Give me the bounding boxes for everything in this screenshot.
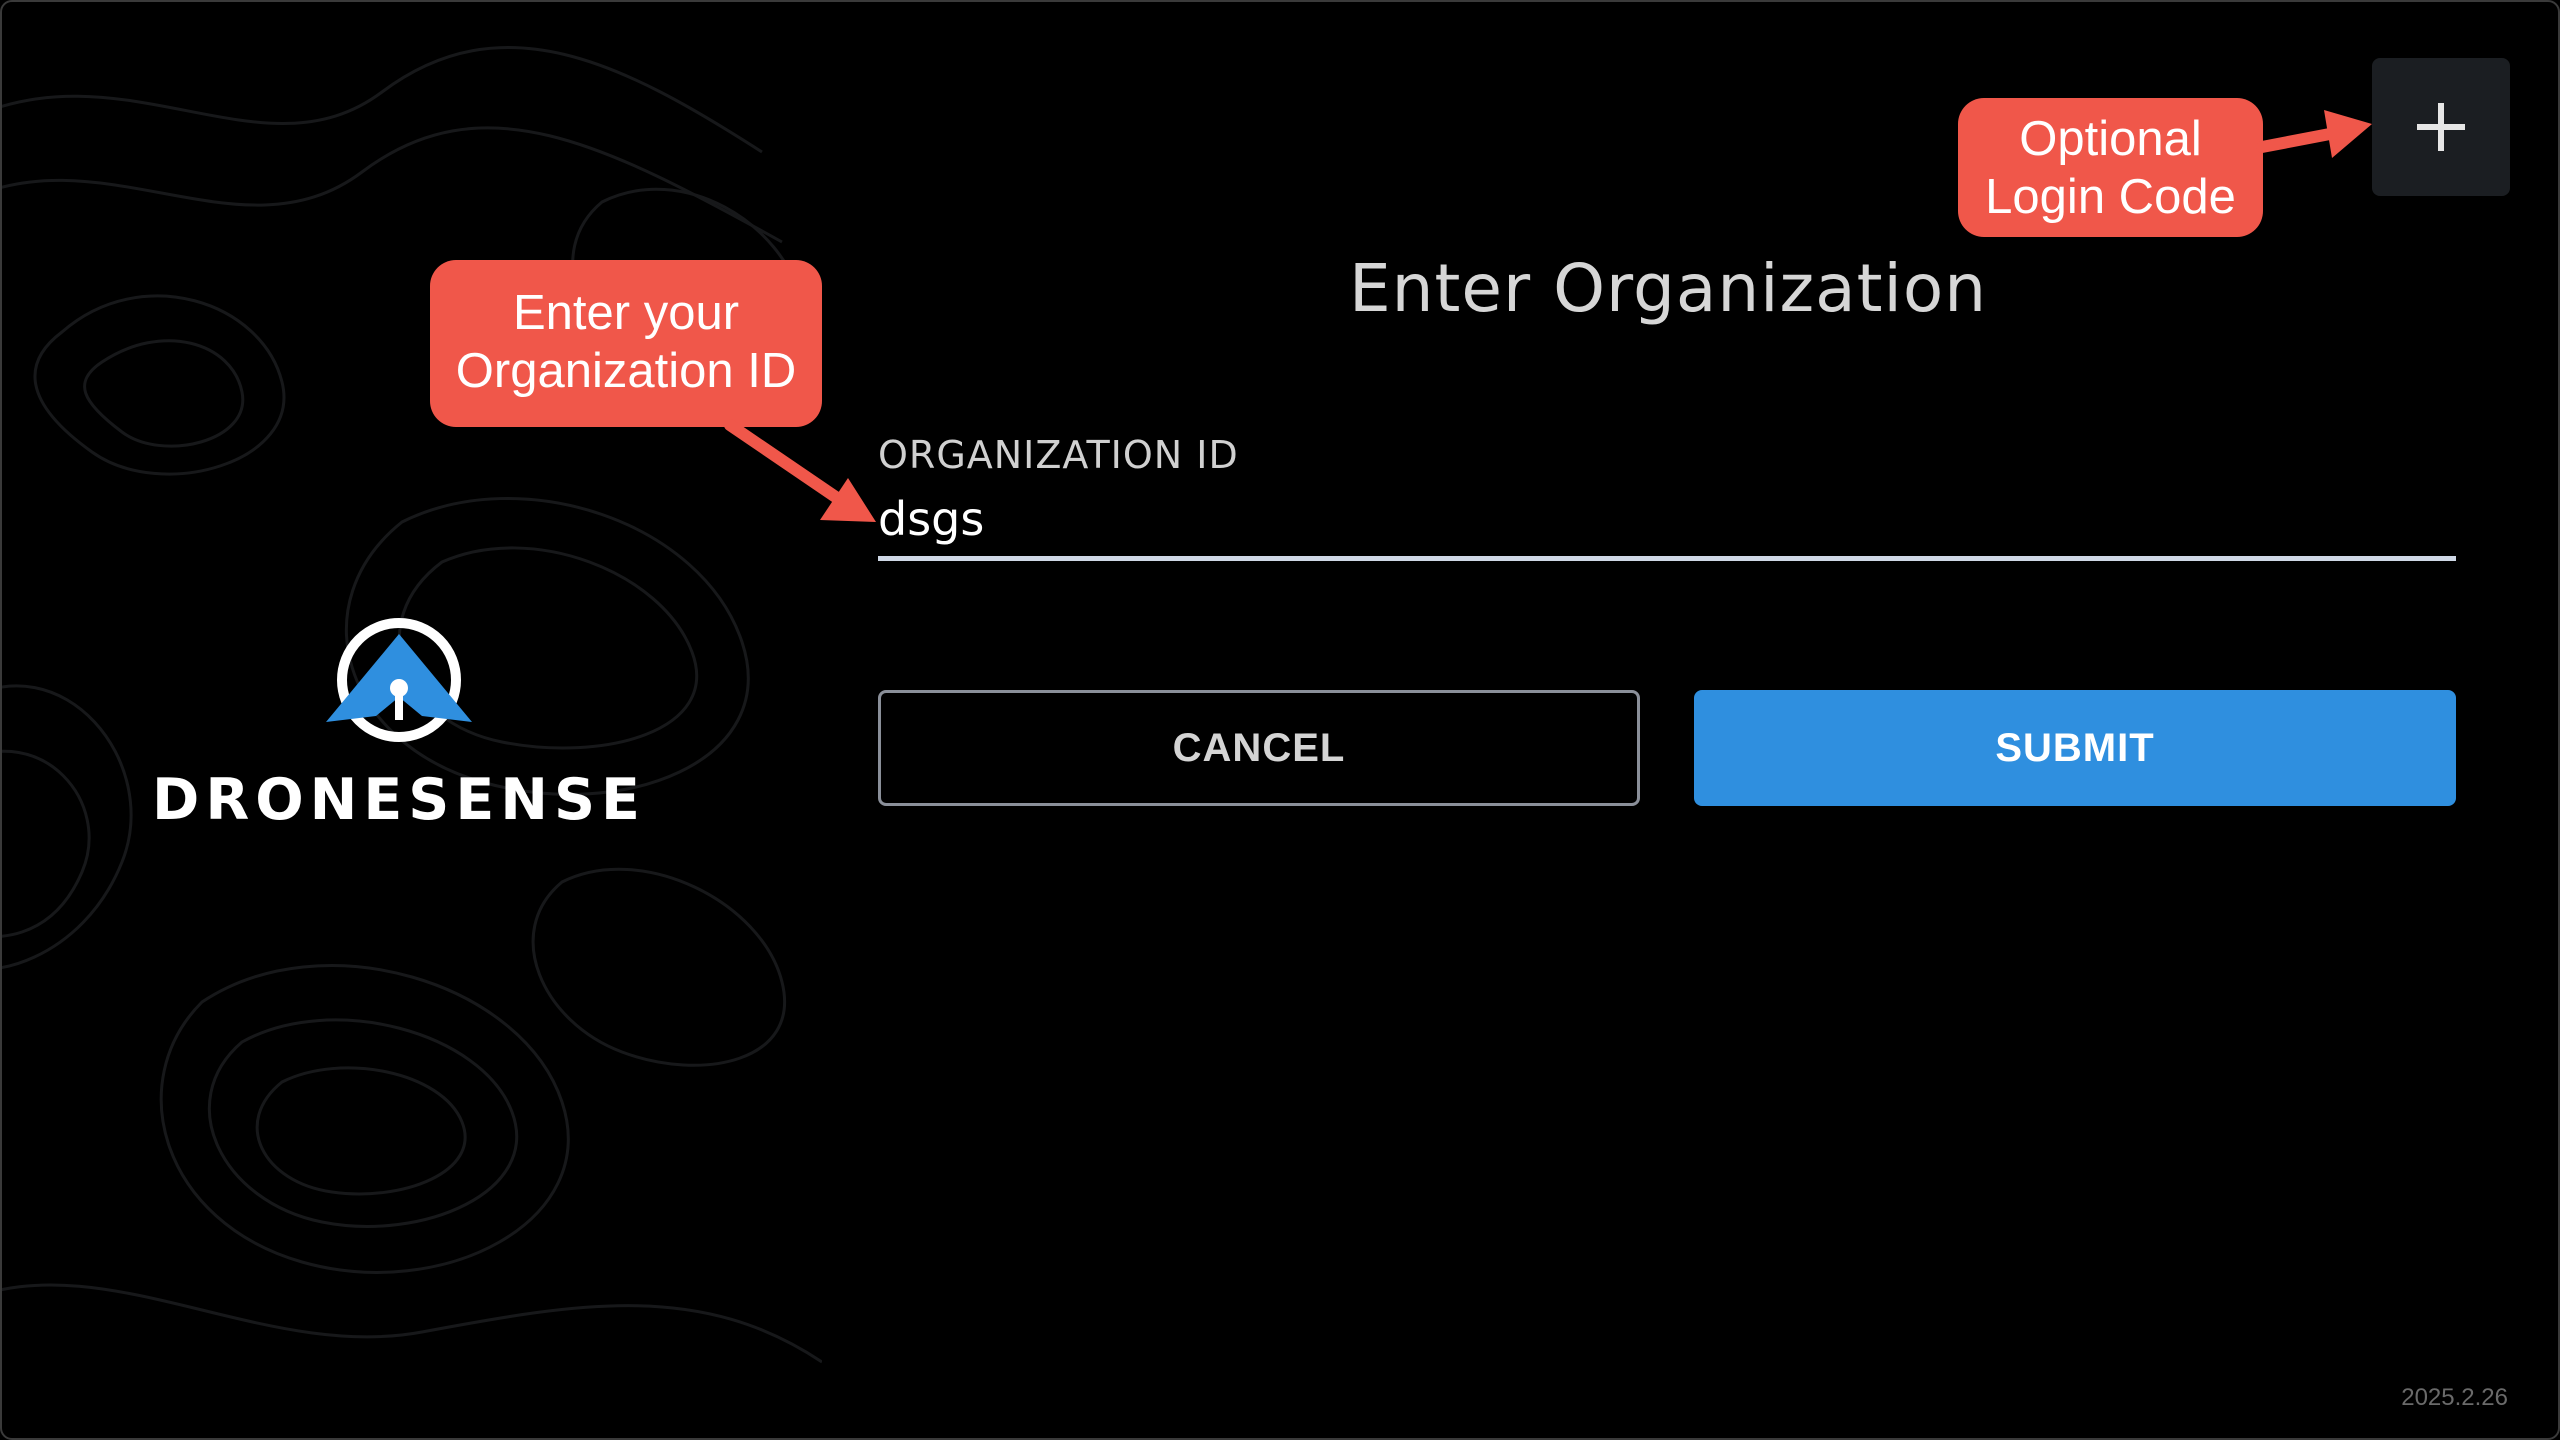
organization-id-callout: Enter your Organization ID <box>430 260 822 427</box>
submit-button[interactable]: SUBMIT <box>1694 690 2456 806</box>
callout-line: Enter your <box>512 286 740 340</box>
version-label: 2025.2.26 <box>2401 1384 2508 1411</box>
organization-id-label: ORGANIZATION ID <box>878 433 1239 477</box>
dronesense-logo-icon <box>326 618 472 742</box>
page-title: Enter Organization <box>1348 250 1988 327</box>
login-code-button[interactable] <box>2372 58 2510 196</box>
plus-icon <box>2417 103 2465 151</box>
login-code-callout: Optional Login Code <box>1958 98 2263 237</box>
callout-line: Login Code <box>1985 170 2236 224</box>
callout-line: Optional <box>2019 112 2202 166</box>
brand-wordmark: DRONESENSE <box>152 767 646 833</box>
dronesense-logo: DRONESENSE <box>152 612 646 833</box>
cancel-button[interactable]: CANCEL <box>878 690 1640 806</box>
organization-id-input[interactable] <box>878 482 2456 561</box>
callout-line: Organization ID <box>455 344 797 398</box>
